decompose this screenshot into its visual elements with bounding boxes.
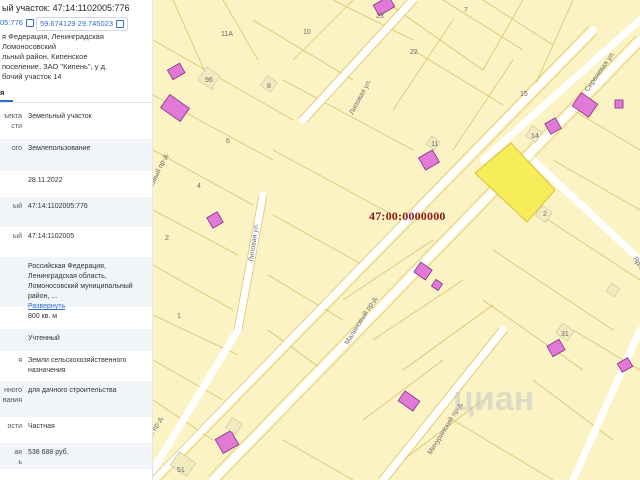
property-row: ого Землепользование	[0, 139, 152, 171]
lot-number: 10	[303, 29, 311, 36]
lot-number: 1	[177, 313, 181, 320]
property-row: нного вания для дачного строительства	[0, 381, 152, 417]
coords-chip-text: 59.674129 29.745023	[40, 19, 113, 28]
property-label: ъекта сти	[3, 113, 22, 130]
property-value-text: 538 688 руб.	[28, 449, 69, 456]
cad-number-chip-text: 05:776	[0, 18, 23, 27]
street-label: Липовая ул.	[349, 78, 373, 116]
street-label: Малиновый пр-д.	[343, 294, 380, 346]
address-line: бочий участок 14	[2, 72, 62, 81]
property-value: 47:14:1102005:776	[28, 202, 150, 212]
address-line: я Федерация, Ленинградская	[2, 32, 104, 41]
tab-info[interactable]: я	[0, 88, 4, 97]
address-block: я Федерация, Ленинградская Ломоносовский…	[2, 32, 107, 82]
property-row: ый 47:14:1102005:776	[0, 197, 152, 227]
property-value-text: для дачного строительства	[28, 387, 117, 394]
parcel-title: ый участок: 47:14:1102005:776	[2, 3, 130, 13]
lot-number: 96	[205, 77, 213, 84]
lot-number: 6	[226, 138, 230, 145]
property-row: ый 47:14:1102005	[0, 227, 152, 257]
map-canvas[interactable]: 23 7 11А 10 22 15 96 8 14 6 11 4 2 2 1 5…	[153, 0, 640, 480]
property-value: Землепользование	[28, 144, 150, 154]
property-value-text: 800 кв. м	[28, 313, 58, 320]
cadastral-map[interactable]: 23 7 11А 10 22 15 96 8 14 6 11 4 2 2 1 5…	[153, 0, 640, 480]
property-value: 538 688 руб.	[28, 448, 150, 458]
street-label: Сосновый пр-д.	[153, 151, 170, 201]
property-label: нного вания	[2, 387, 22, 404]
cadastral-quarter-label: 47:00:0000000	[369, 209, 446, 223]
address-line: поселение, ЗАО "Кипень", у д.	[2, 62, 108, 71]
copy-icon[interactable]	[25, 19, 34, 28]
property-value: для дачного строительства	[28, 386, 150, 396]
roads	[153, 0, 640, 480]
lot-number: 22	[410, 49, 418, 56]
lot-number: 14	[531, 133, 539, 140]
property-row: ости Частная	[0, 417, 152, 443]
property-value: Российская Федерация, Ленинградская обла…	[28, 262, 150, 312]
property-row: Российская Федерация, Ленинградская обла…	[0, 257, 152, 310]
property-label: ого	[11, 145, 22, 152]
property-label: ый	[13, 233, 22, 240]
coords-chip[interactable]: 59.674129 29.745023	[36, 17, 128, 31]
property-label: я	[18, 357, 22, 364]
property-value-text: Учтенный	[28, 335, 60, 342]
property-label: ая ь	[14, 449, 22, 466]
property-row: 28.11.2022	[0, 171, 152, 197]
property-value: Земли сельскохозяйственного назначения	[28, 356, 150, 376]
property-value: 47:14:1102005	[28, 232, 150, 242]
lot-number: 23	[376, 13, 384, 20]
property-value: 800 кв. м	[28, 312, 150, 322]
copy-icon[interactable]	[116, 20, 124, 29]
property-label: ый	[13, 203, 22, 210]
watermark: циан	[453, 380, 535, 418]
address-line: Ломоносовский	[2, 42, 57, 51]
property-value-text: Российская Федерация, Ленинградская обла…	[28, 263, 133, 300]
lot-number: 2	[165, 235, 169, 242]
property-row: я Земли сельскохозяйственного назначения	[0, 351, 152, 381]
property-row: 800 кв. м	[0, 307, 152, 329]
lot-number: 51	[177, 467, 185, 474]
property-row: ая ь 538 688 руб.	[0, 443, 152, 469]
property-value-text: Земли сельскохозяйственного назначения	[28, 357, 127, 374]
lot-number: 4	[197, 183, 201, 190]
property-label: ости	[7, 423, 22, 430]
lot-number: 2	[543, 211, 547, 218]
lot-number: 11А	[221, 31, 233, 38]
tab-divider	[0, 102, 152, 103]
lot-number: 11	[431, 141, 438, 148]
property-value-text: 47:14:1102005	[28, 233, 75, 240]
property-value-text: 47:14:1102005:776	[28, 203, 88, 210]
property-row: Учтенный	[0, 329, 152, 351]
property-value-text: Земельный участок	[28, 113, 92, 120]
lot-number: 15	[520, 91, 528, 98]
cad-number-chip[interactable]: 05:776	[0, 17, 34, 29]
property-value-text: Землепользование	[28, 145, 91, 152]
lot-number: 8	[267, 83, 271, 90]
property-value: 28.11.2022	[28, 176, 150, 186]
property-value-text: 28.11.2022	[28, 177, 63, 184]
street-label: Ярла	[631, 256, 640, 274]
lot-number: 7	[464, 7, 468, 14]
address-line: льный район, Кипенское	[2, 52, 88, 61]
property-value: Частная	[28, 422, 150, 432]
lot-number: 31	[561, 331, 569, 338]
property-value: Учтенный	[28, 334, 150, 344]
property-value-text: Частная	[28, 423, 55, 430]
info-panel: ый участок: 47:14:1102005:776 05:776 59.…	[0, 0, 153, 480]
property-row: ъекта сти Земельный участок	[0, 107, 152, 139]
property-value: Земельный участок	[28, 112, 150, 122]
